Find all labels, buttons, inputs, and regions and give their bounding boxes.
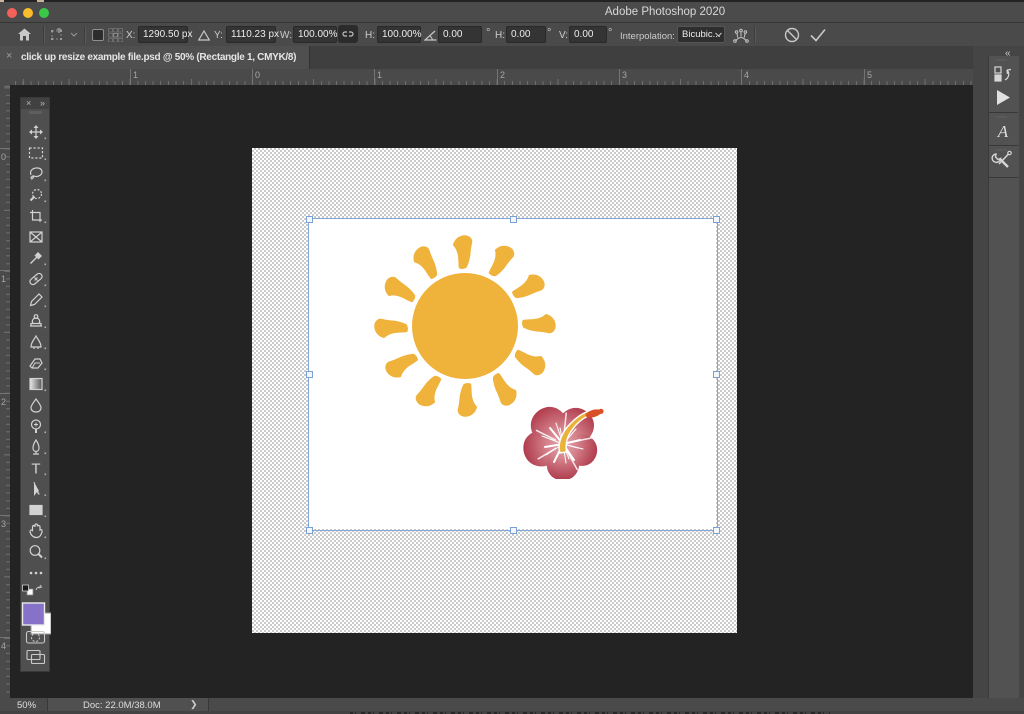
svg-text:A: A — [997, 122, 1009, 141]
svg-text:T: T — [31, 461, 40, 478]
